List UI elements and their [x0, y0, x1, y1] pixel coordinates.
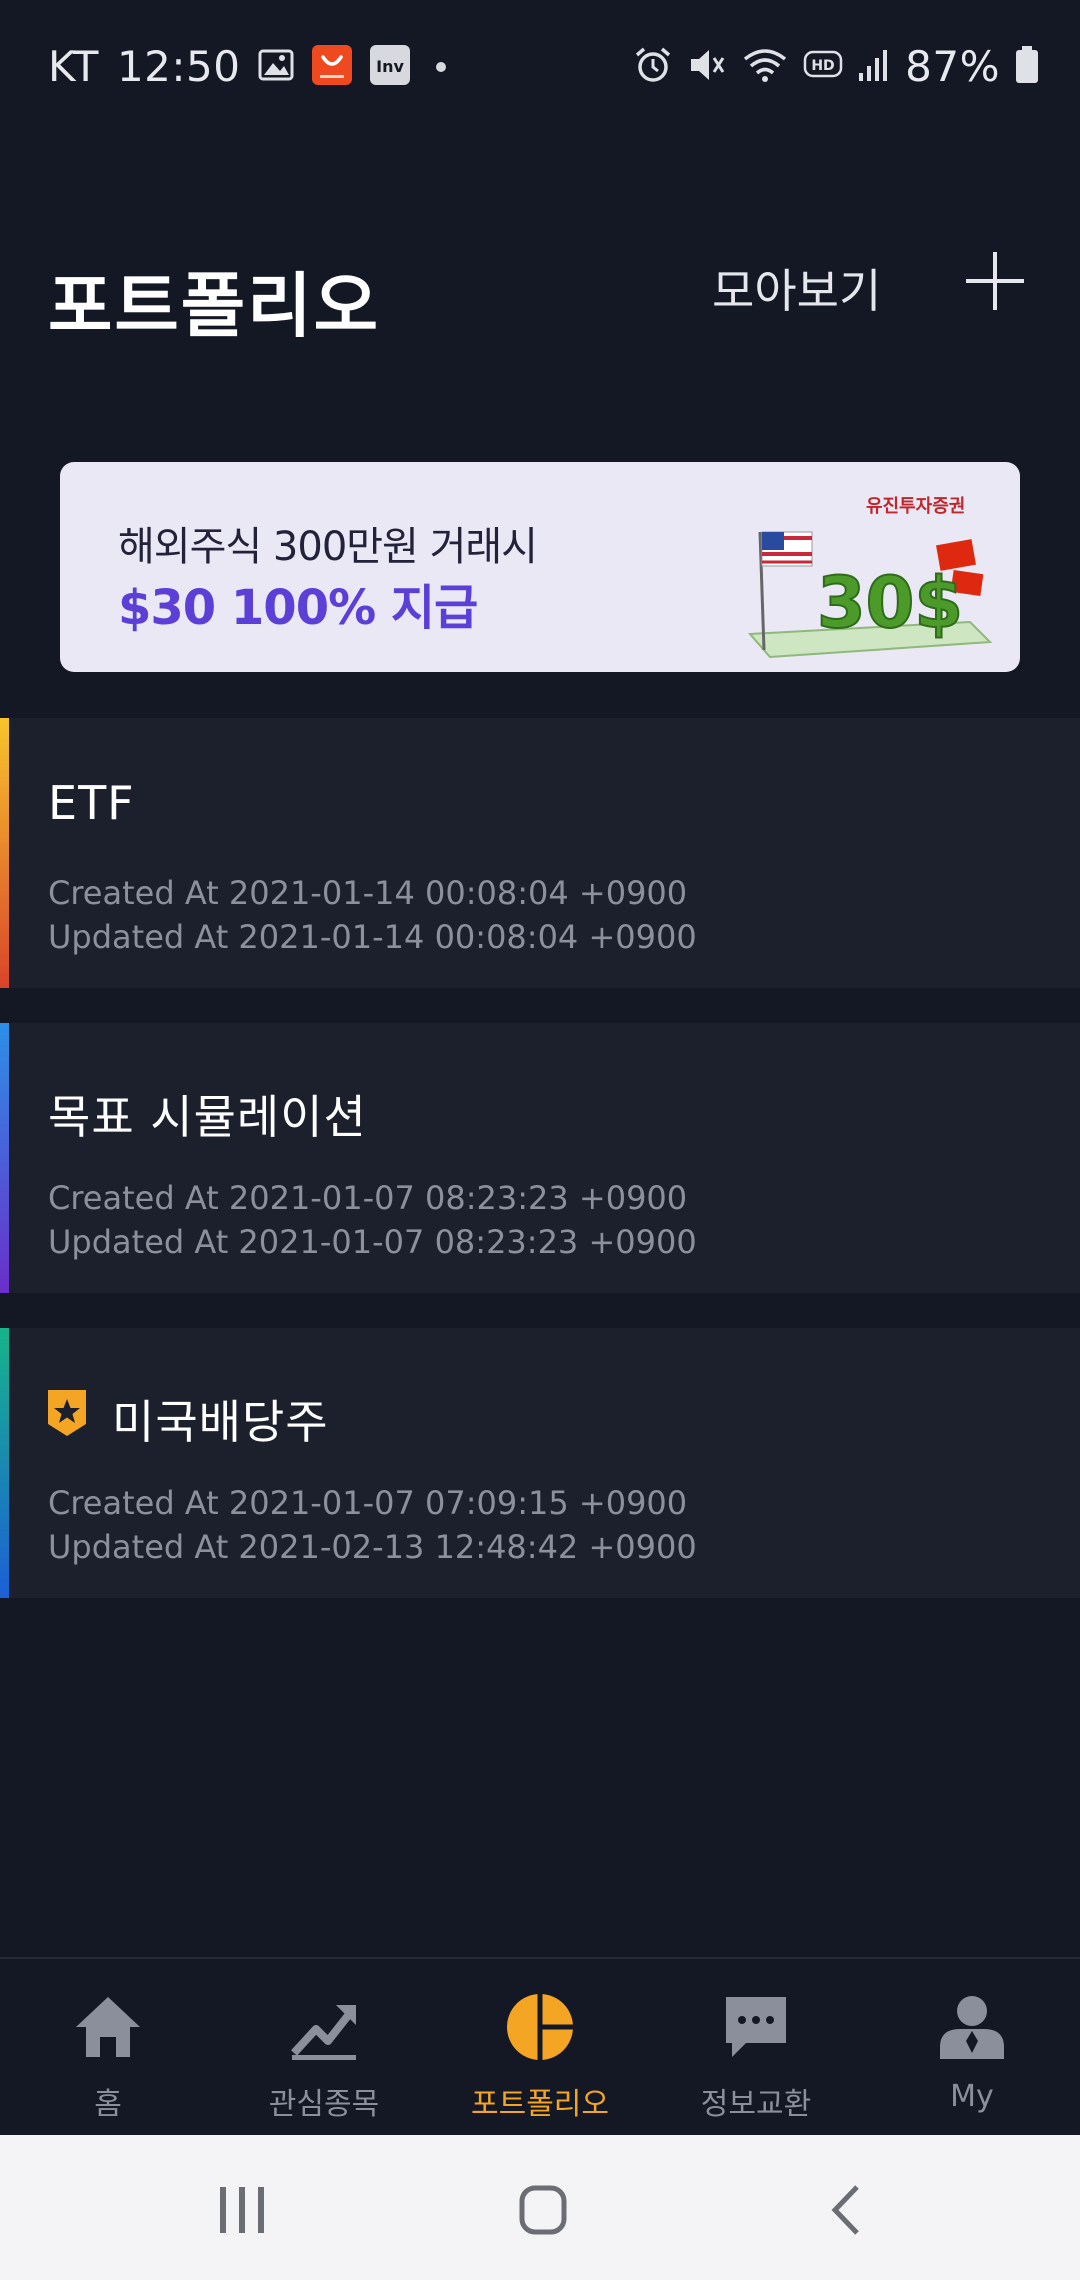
- portfolio-card-etf[interactable]: ETF Created At 2021-01-14 00:08:04 +0900…: [0, 718, 1080, 988]
- alarm-icon: [633, 45, 673, 89]
- star-shield-icon: [48, 1390, 86, 1436]
- promo-banner[interactable]: 해외주식 300만원 거래시 $30 100% 지급 유진투자증권 30$: [60, 462, 1020, 672]
- nav-label: 관심종목: [268, 2087, 380, 2122]
- recent-apps-icon: [220, 2187, 264, 2233]
- home-circle-icon: [519, 2185, 567, 2235]
- recent-apps-button[interactable]: [202, 2175, 282, 2245]
- nav-label: 정보교환: [700, 2087, 812, 2122]
- view-all-button[interactable]: 모아보기: [712, 255, 881, 321]
- svg-text:HD: HD: [811, 58, 834, 74]
- portfolio-updated-at: Updated At 2021-01-07 08:23:23 +0900: [48, 1223, 697, 1261]
- image-icon: [258, 48, 294, 86]
- portfolio-name: 미국배당주: [112, 1395, 329, 1449]
- pie-chart-icon: [507, 1994, 573, 2060]
- portfolio-card-simulation[interactable]: 목표 시뮬레이션 Created At 2021-01-07 08:23:23 …: [0, 1023, 1080, 1293]
- banner-dollar-art: 30$: [747, 531, 993, 659]
- home-button[interactable]: [503, 2175, 583, 2245]
- portfolio-created-at: Created At 2021-01-14 00:08:04 +0900: [48, 874, 688, 912]
- status-bar: KT 12:50 Inv HD 87%: [0, 0, 1080, 145]
- back-button[interactable]: [805, 2175, 885, 2245]
- nav-portfolio[interactable]: 포트폴리오: [432, 1959, 648, 2137]
- svg-text:Inv: Inv: [377, 57, 405, 76]
- banner-art-text: 30$: [817, 562, 963, 644]
- nav-label: 홈: [94, 2087, 122, 2122]
- nav-home[interactable]: 홈: [0, 1959, 216, 2137]
- system-nav-bar: [0, 2135, 1080, 2280]
- portfolio-name: ETF: [48, 776, 135, 830]
- banner-line2: $30 100% 지급: [118, 580, 478, 636]
- card-accent-bar: [0, 1328, 9, 1598]
- add-portfolio-button[interactable]: [960, 246, 1030, 316]
- nav-label: My: [950, 2079, 994, 2114]
- portfolio-created-at: Created At 2021-01-07 07:09:15 +0900: [48, 1484, 688, 1522]
- clock: 12:50: [116, 42, 241, 91]
- portfolio-name: 목표 시뮬레이션: [48, 1090, 367, 1144]
- mute-icon: [687, 45, 727, 89]
- notification-dot-icon: [436, 61, 447, 72]
- portfolio-card-us-dividend[interactable]: 미국배당주 Created At 2021-01-07 07:09:15 +09…: [0, 1328, 1080, 1598]
- battery-icon: [1014, 45, 1040, 89]
- status-left: KT 12:50 Inv: [48, 42, 447, 91]
- user-icon: [940, 1996, 1004, 2059]
- trending-chart-icon: [291, 2005, 356, 2060]
- signal-icon: [857, 47, 891, 87]
- back-chevron-icon: [831, 2185, 859, 2235]
- banner-line1: 해외주식 300만원 거래시: [118, 524, 538, 570]
- nav-watchlist[interactable]: 관심종목: [216, 1959, 432, 2137]
- nav-my[interactable]: My: [864, 1959, 1080, 2137]
- portfolio-updated-at: Updated At 2021-01-14 00:08:04 +0900: [48, 918, 697, 956]
- nav-label: 포트폴리오: [471, 2087, 609, 2122]
- carrier: KT: [48, 42, 99, 91]
- wifi-icon: [741, 45, 789, 89]
- page-title: 포트폴리오: [48, 265, 380, 347]
- battery-percent: 87%: [905, 42, 1000, 91]
- home-icon: [76, 1997, 140, 2057]
- nav-community[interactable]: 정보교환: [648, 1959, 864, 2137]
- investing-icon: Inv: [370, 44, 411, 89]
- bottom-nav: 홈 관심종목 포트폴리오 정보교환 My: [0, 1957, 1080, 2137]
- portfolio-created-at: Created At 2021-01-07 08:23:23 +0900: [48, 1179, 688, 1217]
- status-right: HD 87%: [633, 42, 1040, 91]
- portfolio-updated-at: Updated At 2021-02-13 12:48:42 +0900: [48, 1528, 697, 1566]
- card-accent-bar: [0, 1023, 9, 1293]
- plus-icon: [966, 252, 1024, 310]
- card-accent-bar: [0, 718, 9, 988]
- hd-icon: HD: [803, 48, 843, 86]
- chat-bubble-icon: [726, 1997, 786, 2057]
- aliexpress-icon: [312, 44, 353, 89]
